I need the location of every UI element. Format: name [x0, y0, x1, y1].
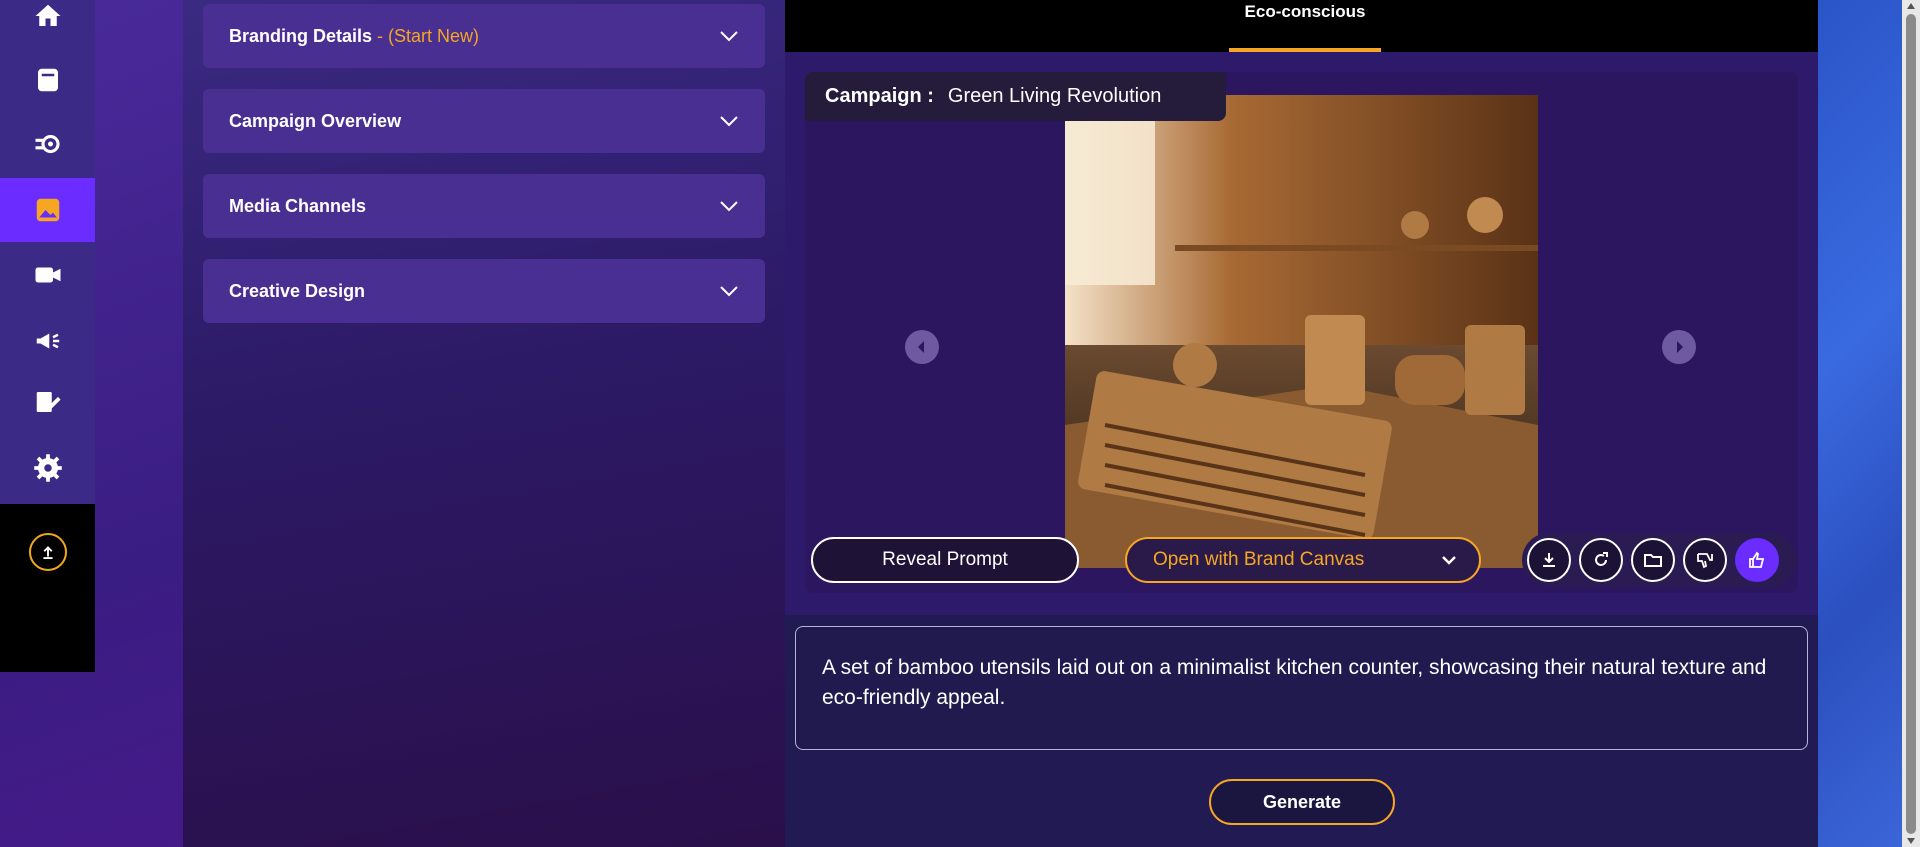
chevron-down-icon	[720, 31, 738, 42]
viewer-section: Campaign : Green Living Revolution Revea…	[785, 52, 1818, 615]
nav-content[interactable]	[0, 370, 95, 434]
settings-icon	[33, 454, 62, 482]
folder-icon	[1644, 554, 1662, 567]
generated-image[interactable]	[1065, 95, 1538, 568]
nav-home[interactable]	[0, 0, 95, 48]
nav-videos[interactable]	[0, 243, 95, 307]
upload-button[interactable]	[29, 533, 67, 571]
nav-settings[interactable]	[0, 436, 95, 500]
campaign-header: Campaign : Green Living Revolution	[805, 72, 1226, 121]
chevron-down-icon	[720, 286, 738, 297]
accordion-title: Media Channels	[229, 195, 367, 216]
main-area: Eco-conscious Campaign : Green Living Re…	[785, 0, 1818, 847]
thumbs-up-icon	[1749, 551, 1765, 568]
scrollbar-thumb[interactable]	[1906, 14, 1916, 834]
previous-image-button[interactable]	[905, 330, 939, 364]
tab-label: Eco-conscious	[1244, 2, 1366, 21]
nav-automation[interactable]	[0, 112, 95, 176]
icon-rail	[0, 0, 95, 672]
background-decoration	[1818, 0, 1902, 847]
edit-note-icon	[36, 392, 61, 412]
like-button[interactable]	[1735, 538, 1779, 582]
scroll-up-icon[interactable]	[1907, 3, 1915, 9]
accordion-branding-details[interactable]: Branding Details - (Start New)	[203, 4, 765, 68]
download-icon	[1543, 553, 1555, 567]
image-actions	[1522, 533, 1796, 587]
gear-refresh-icon	[35, 134, 60, 154]
open-with-brand-canvas-dropdown[interactable]: Open with Brand Canvas	[1125, 537, 1481, 583]
video-icon	[35, 267, 60, 283]
chevron-down-icon	[1442, 556, 1456, 565]
nav-campaigns[interactable]	[0, 309, 95, 373]
image-viewer: Campaign : Green Living Revolution Revea…	[805, 72, 1798, 593]
nav-images[interactable]	[0, 178, 95, 242]
megaphone-icon	[36, 333, 59, 349]
image-icon	[36, 198, 59, 222]
home-icon	[35, 4, 60, 26]
page-scrollbar[interactable]	[1902, 0, 1920, 847]
refresh-icon	[1595, 552, 1608, 566]
chevron-down-icon	[720, 201, 738, 212]
nav-documents[interactable]	[0, 48, 95, 112]
brand-canvas-label: Open with Brand Canvas	[1153, 549, 1365, 570]
thumbs-down-icon	[1697, 553, 1713, 569]
upload-area	[0, 504, 95, 672]
document-icon	[37, 68, 58, 92]
accordion-title: Campaign Overview	[229, 110, 402, 131]
tab-bar: Eco-conscious	[785, 0, 1818, 52]
tab-eco-conscious[interactable]: Eco-conscious	[1229, 0, 1381, 52]
reveal-prompt-button[interactable]: Reveal Prompt	[811, 537, 1079, 583]
scroll-down-icon[interactable]	[1907, 838, 1915, 844]
next-image-button[interactable]	[1662, 330, 1696, 364]
generate-button[interactable]: Generate	[1209, 779, 1395, 825]
kitchen-utensils-image	[1065, 95, 1538, 568]
accordion-title: Creative Design	[229, 280, 366, 301]
accordion-media-channels[interactable]: Media Channels	[203, 174, 765, 238]
regenerate-button[interactable]	[1579, 538, 1623, 582]
download-button[interactable]	[1527, 538, 1571, 582]
upload-icon	[43, 546, 53, 559]
prompt-textarea[interactable]: A set of bamboo utensils laid out on a m…	[795, 626, 1808, 750]
campaign-settings-panel: Branding Details - (Start New) Campaign …	[183, 0, 785, 847]
accordion-campaign-overview[interactable]: Campaign Overview	[203, 89, 765, 153]
dislike-button[interactable]	[1683, 538, 1727, 582]
accordion-creative-design[interactable]: Creative Design	[203, 259, 765, 323]
accordion-title: Branding Details - (Start New)	[229, 25, 480, 46]
start-new-label: - (Start New)	[377, 25, 480, 46]
campaign-name: Green Living Revolution	[947, 85, 1162, 107]
chevron-right-icon	[1677, 341, 1683, 353]
save-to-folder-button[interactable]	[1631, 538, 1675, 582]
chevron-down-icon	[720, 116, 738, 127]
chevron-left-icon	[918, 341, 924, 353]
campaign-label: Campaign :	[825, 85, 934, 107]
